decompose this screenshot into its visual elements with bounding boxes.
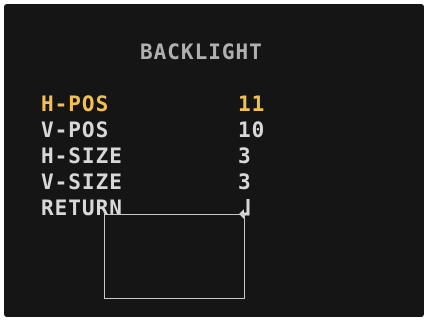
menu-item-label: H-POS	[41, 92, 110, 116]
backlight-region-box	[104, 214, 245, 299]
menu-item-label: H-SIZE	[41, 144, 123, 168]
menu-item-v-size[interactable]: V-SIZE 3	[4, 170, 424, 194]
menu-title: BACKLIGHT	[140, 40, 263, 64]
menu-item-value: 10	[238, 118, 266, 142]
menu-item-v-pos[interactable]: V-POS 10	[4, 118, 424, 142]
menu-item-h-size[interactable]: H-SIZE 3	[4, 144, 424, 168]
menu-item-value: 3	[238, 144, 252, 168]
osd-screen: BACKLIGHT H-POS 11 V-POS 10 H-SIZE 3 V-S…	[4, 4, 424, 317]
menu-item-value: 11	[238, 92, 266, 116]
menu-item-label: V-POS	[41, 118, 110, 142]
menu-item-value: 3	[238, 170, 252, 194]
menu-item-h-pos[interactable]: H-POS 11	[4, 92, 424, 116]
menu-item-label: V-SIZE	[41, 170, 123, 194]
